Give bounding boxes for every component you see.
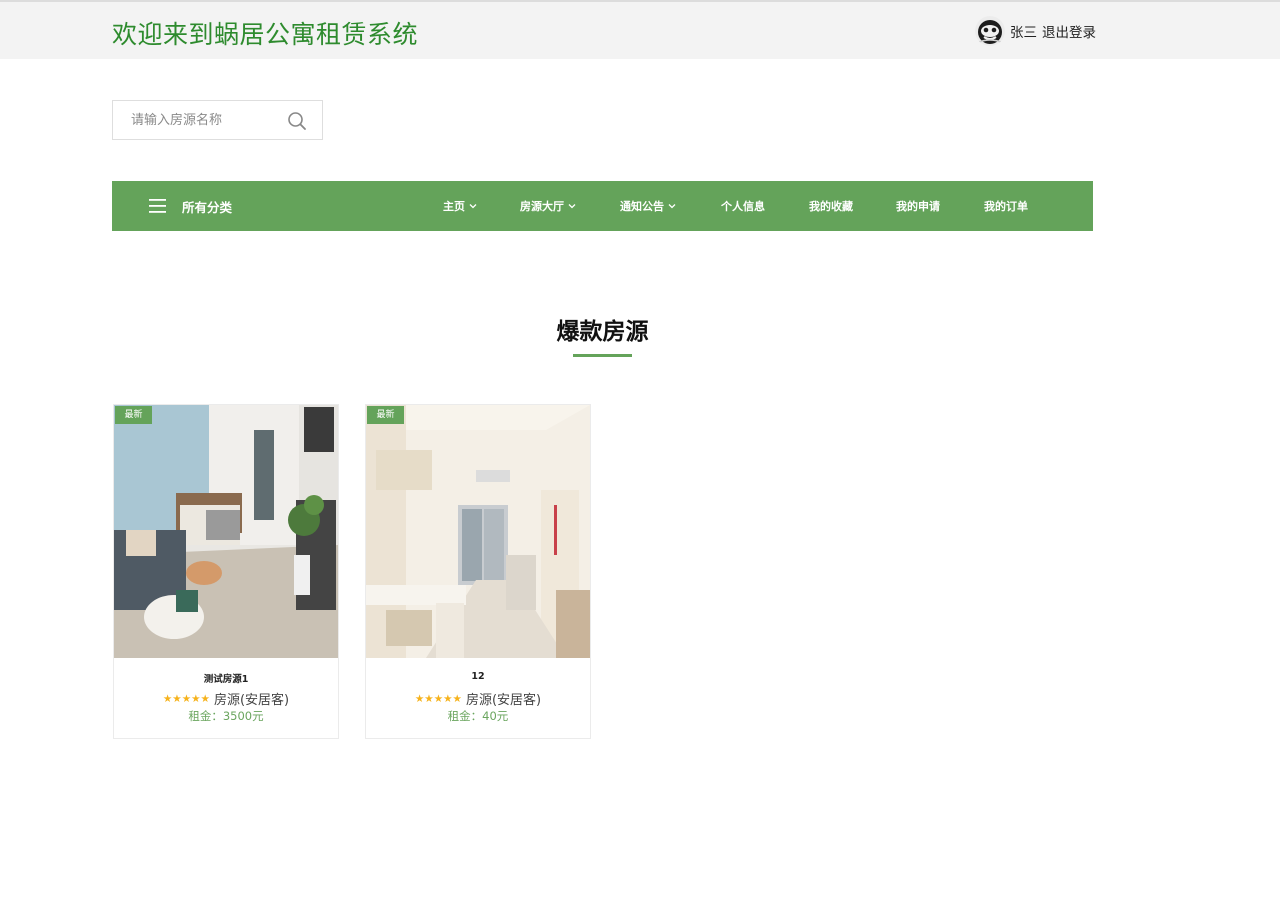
search-input[interactable] (113, 101, 278, 139)
nav-home[interactable]: 主页 (443, 181, 477, 231)
listing-name[interactable]: 测试房源1 (114, 671, 338, 685)
star-icon: ★ (452, 692, 462, 705)
listing-price: 租金：3500元 (188, 709, 264, 723)
listing-card[interactable]: 最新 12 ★ ★ ★ ★ ★ 房源(安居客) 租金：40元 (365, 404, 591, 739)
new-badge: 最新 (115, 406, 152, 424)
nav-applications[interactable]: 我的申请 (896, 181, 940, 231)
chevron-down-icon (668, 204, 676, 209)
nav-listing-hall-label: 房源大厅 (520, 200, 564, 213)
star-icon: ★ (172, 692, 182, 705)
nav-applications-label: 我的申请 (896, 200, 940, 213)
listing-photo[interactable] (114, 405, 338, 658)
nav-announcements[interactable]: 通知公告 (620, 181, 676, 231)
avatar-icon[interactable] (975, 16, 1005, 46)
nav-profile-label: 个人信息 (721, 200, 765, 213)
star-icon: ★ (200, 692, 210, 705)
listing-card[interactable]: 最新 测试房源1 ★ ★ ★ ★ ★ 房源(安居客) 租金：3500元 (113, 404, 339, 739)
logout-link[interactable]: 退出登录 (1042, 21, 1096, 41)
search-box (112, 100, 323, 140)
user-area: 张三 退出登录 (975, 16, 1096, 46)
section-divider (573, 354, 632, 357)
user-name[interactable]: 张三 (1010, 21, 1037, 41)
search-button[interactable] (283, 107, 311, 135)
nav-favorites[interactable]: 我的收藏 (809, 181, 853, 231)
all-categories-button[interactable]: 所有分类 (149, 181, 232, 231)
star-icon: ★ (443, 692, 453, 705)
listing-meta: ★ ★ ★ ★ ★ 房源(安居客) (114, 689, 338, 709)
nav-announcements-label: 通知公告 (620, 200, 664, 213)
star-icon: ★ (414, 692, 425, 705)
rating-stars: ★ ★ ★ ★ ★ (163, 693, 210, 705)
nav-orders[interactable]: 我的订单 (984, 181, 1028, 231)
nav-listing-hall[interactable]: 房源大厅 (520, 181, 576, 231)
chevron-down-icon (568, 204, 576, 209)
star-icon: ★ (162, 692, 173, 705)
hamburger-icon (149, 199, 166, 213)
listing-name[interactable]: 12 (366, 671, 590, 682)
nav-orders-label: 我的订单 (984, 200, 1028, 213)
nav-favorites-label: 我的收藏 (809, 200, 853, 213)
section-title: 爆款房源 (556, 319, 649, 345)
rating-stars: ★ ★ ★ ★ ★ (415, 693, 462, 705)
listing-type: 房源(安居客) (213, 693, 290, 708)
site-title: 欢迎来到蜗居公寓租赁系统 (112, 20, 419, 49)
all-categories-label: 所有分类 (182, 199, 233, 215)
star-icon: ★ (433, 692, 444, 705)
top-header: 欢迎来到蜗居公寓租赁系统 张三 退出登录 (0, 0, 1280, 59)
star-icon: ★ (424, 692, 434, 705)
listing-meta: ★ ★ ★ ★ ★ 房源(安居客) (366, 689, 590, 709)
listing-price: 租金：40元 (447, 709, 509, 723)
new-badge: 最新 (367, 406, 404, 424)
listing-photo[interactable] (366, 405, 590, 658)
star-icon: ★ (181, 692, 192, 705)
nav-profile[interactable]: 个人信息 (721, 181, 765, 231)
listing-type: 房源(安居客) (465, 693, 542, 708)
search-icon (288, 112, 306, 130)
main-navbar: 所有分类 主页 房源大厅 通知公告 个人信息 我的收藏 我的申请 我的订单 (112, 181, 1093, 231)
nav-home-label: 主页 (443, 200, 465, 213)
chevron-down-icon (469, 204, 477, 209)
star-icon: ★ (191, 692, 201, 705)
